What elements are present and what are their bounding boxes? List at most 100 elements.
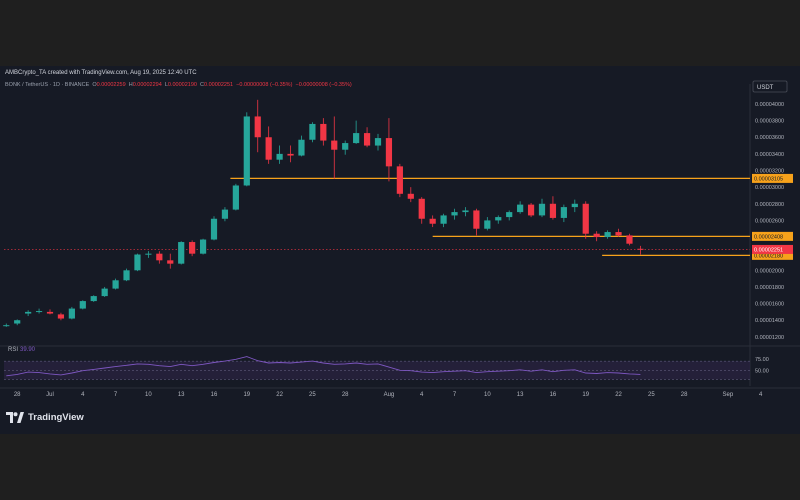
candle-body <box>342 143 349 150</box>
candle-body <box>232 185 239 210</box>
candle-body <box>210 218 218 240</box>
candle-body <box>101 288 108 297</box>
price-tick-label: 0.00004000 <box>755 102 784 108</box>
brand-logo[interactable]: TradingView <box>6 412 84 423</box>
price-tick-label: 0.00002800 <box>755 202 784 208</box>
candle-body <box>637 248 644 250</box>
candle-body <box>517 204 524 213</box>
time-tick-label: 10 <box>145 392 152 398</box>
time-tick-label: 7 <box>453 392 457 398</box>
candle-body <box>123 270 130 281</box>
price-tick-label: 0.00003000 <box>755 185 784 191</box>
candle-body <box>112 280 119 289</box>
candle-body <box>156 253 163 261</box>
level-price-label: 0.00002408 <box>754 234 783 240</box>
price-tick-label: 0.00001400 <box>755 318 784 324</box>
level-price-label: 0.00002180 <box>754 253 783 259</box>
time-tick-label: 28 <box>14 392 21 398</box>
candle-body <box>221 209 229 219</box>
tradingview-logo-icon <box>6 412 24 423</box>
candle-body <box>626 235 633 244</box>
price-tick-label: 0.00003400 <box>755 152 784 158</box>
candle-body <box>3 325 10 327</box>
time-tick-label: 16 <box>550 392 557 398</box>
candle-body <box>320 123 327 141</box>
candle-body <box>440 215 447 224</box>
currency-label: USDT <box>757 85 774 91</box>
candle-body <box>90 296 97 302</box>
candle-body <box>189 242 196 254</box>
price-tick-label: 0.00001800 <box>755 285 784 291</box>
candle-body <box>199 239 207 254</box>
candle-body <box>615 232 622 236</box>
price-tick-label: 0.00002000 <box>755 268 784 274</box>
chart-frame: AMBCrypto_TA created with TradingView.co… <box>0 66 800 434</box>
time-tick-label: 19 <box>582 392 589 398</box>
candle-body <box>571 203 578 208</box>
price-tick-label: 0.00003200 <box>755 169 784 175</box>
level-price-label: 0.00003105 <box>754 176 783 182</box>
candle-body <box>287 153 294 156</box>
candle-body <box>396 166 403 194</box>
candle-body <box>46 311 54 314</box>
candle-body <box>495 217 502 221</box>
rsi-tick-label: 50.00 <box>755 368 769 374</box>
candle-body <box>429 218 436 224</box>
price-tick-label: 0.00003800 <box>755 119 784 125</box>
time-tick-label: Aug <box>384 392 395 398</box>
candle-body <box>363 133 371 146</box>
time-tick-label: 10 <box>484 392 491 398</box>
candle-body <box>254 116 261 138</box>
candle-body <box>582 203 589 234</box>
candle-body <box>527 204 535 216</box>
candle-body <box>593 233 600 238</box>
candle-body <box>506 212 513 218</box>
price-tick-label: 0.00001200 <box>755 335 784 341</box>
last-price-label: 0.00002251 <box>754 247 783 253</box>
time-tick-label: Sep <box>723 392 734 398</box>
candle-body <box>484 220 491 229</box>
time-tick-label: 22 <box>276 392 283 398</box>
candle-body <box>243 116 250 186</box>
candle-body <box>385 138 393 167</box>
candle-body <box>462 210 469 213</box>
price-chart[interactable]: USDT 0.00004000 0.00003800 0.00003600 0.0000… <box>0 66 800 434</box>
candle-body <box>407 193 414 199</box>
price-tick-label: 0.00001600 <box>755 302 784 308</box>
candle-body <box>25 311 32 314</box>
time-tick-label: 4 <box>759 392 763 398</box>
candle-body <box>14 320 21 324</box>
price-tick-label: 0.00002600 <box>755 218 784 224</box>
candle-body <box>68 308 75 319</box>
candle-body <box>331 140 338 150</box>
candle-body <box>353 133 360 144</box>
time-tick-label: Jul <box>46 392 54 398</box>
candle-body <box>418 198 425 219</box>
time-tick-label: 4 <box>81 392 85 398</box>
time-tick-label: 28 <box>681 392 688 398</box>
candle-body <box>374 138 382 146</box>
rsi-tick-label: 75.00 <box>755 357 769 363</box>
candle-body <box>549 203 557 218</box>
candle-body <box>145 253 152 255</box>
candle-body <box>35 311 43 313</box>
candle-body <box>265 137 272 160</box>
candle-body <box>167 260 174 264</box>
rsi-label: RSI <box>8 347 18 353</box>
candle-body <box>604 232 611 238</box>
time-tick-label: 16 <box>211 392 218 398</box>
time-tick-label: 25 <box>648 392 655 398</box>
candle-body <box>451 212 458 216</box>
rsi-value: 39.90 <box>20 347 36 353</box>
time-tick-label: 13 <box>517 392 524 398</box>
brand-name: TradingView <box>28 412 84 423</box>
candle-body <box>298 139 305 156</box>
candle-body <box>134 254 141 271</box>
time-tick-label: 7 <box>114 392 118 398</box>
time-tick-label: 19 <box>243 392 250 398</box>
time-tick-label: 28 <box>342 392 349 398</box>
candle-body <box>309 123 316 140</box>
candle-body <box>79 301 86 309</box>
price-tick-label: 0.00003600 <box>755 135 784 141</box>
candle-body <box>560 207 567 218</box>
